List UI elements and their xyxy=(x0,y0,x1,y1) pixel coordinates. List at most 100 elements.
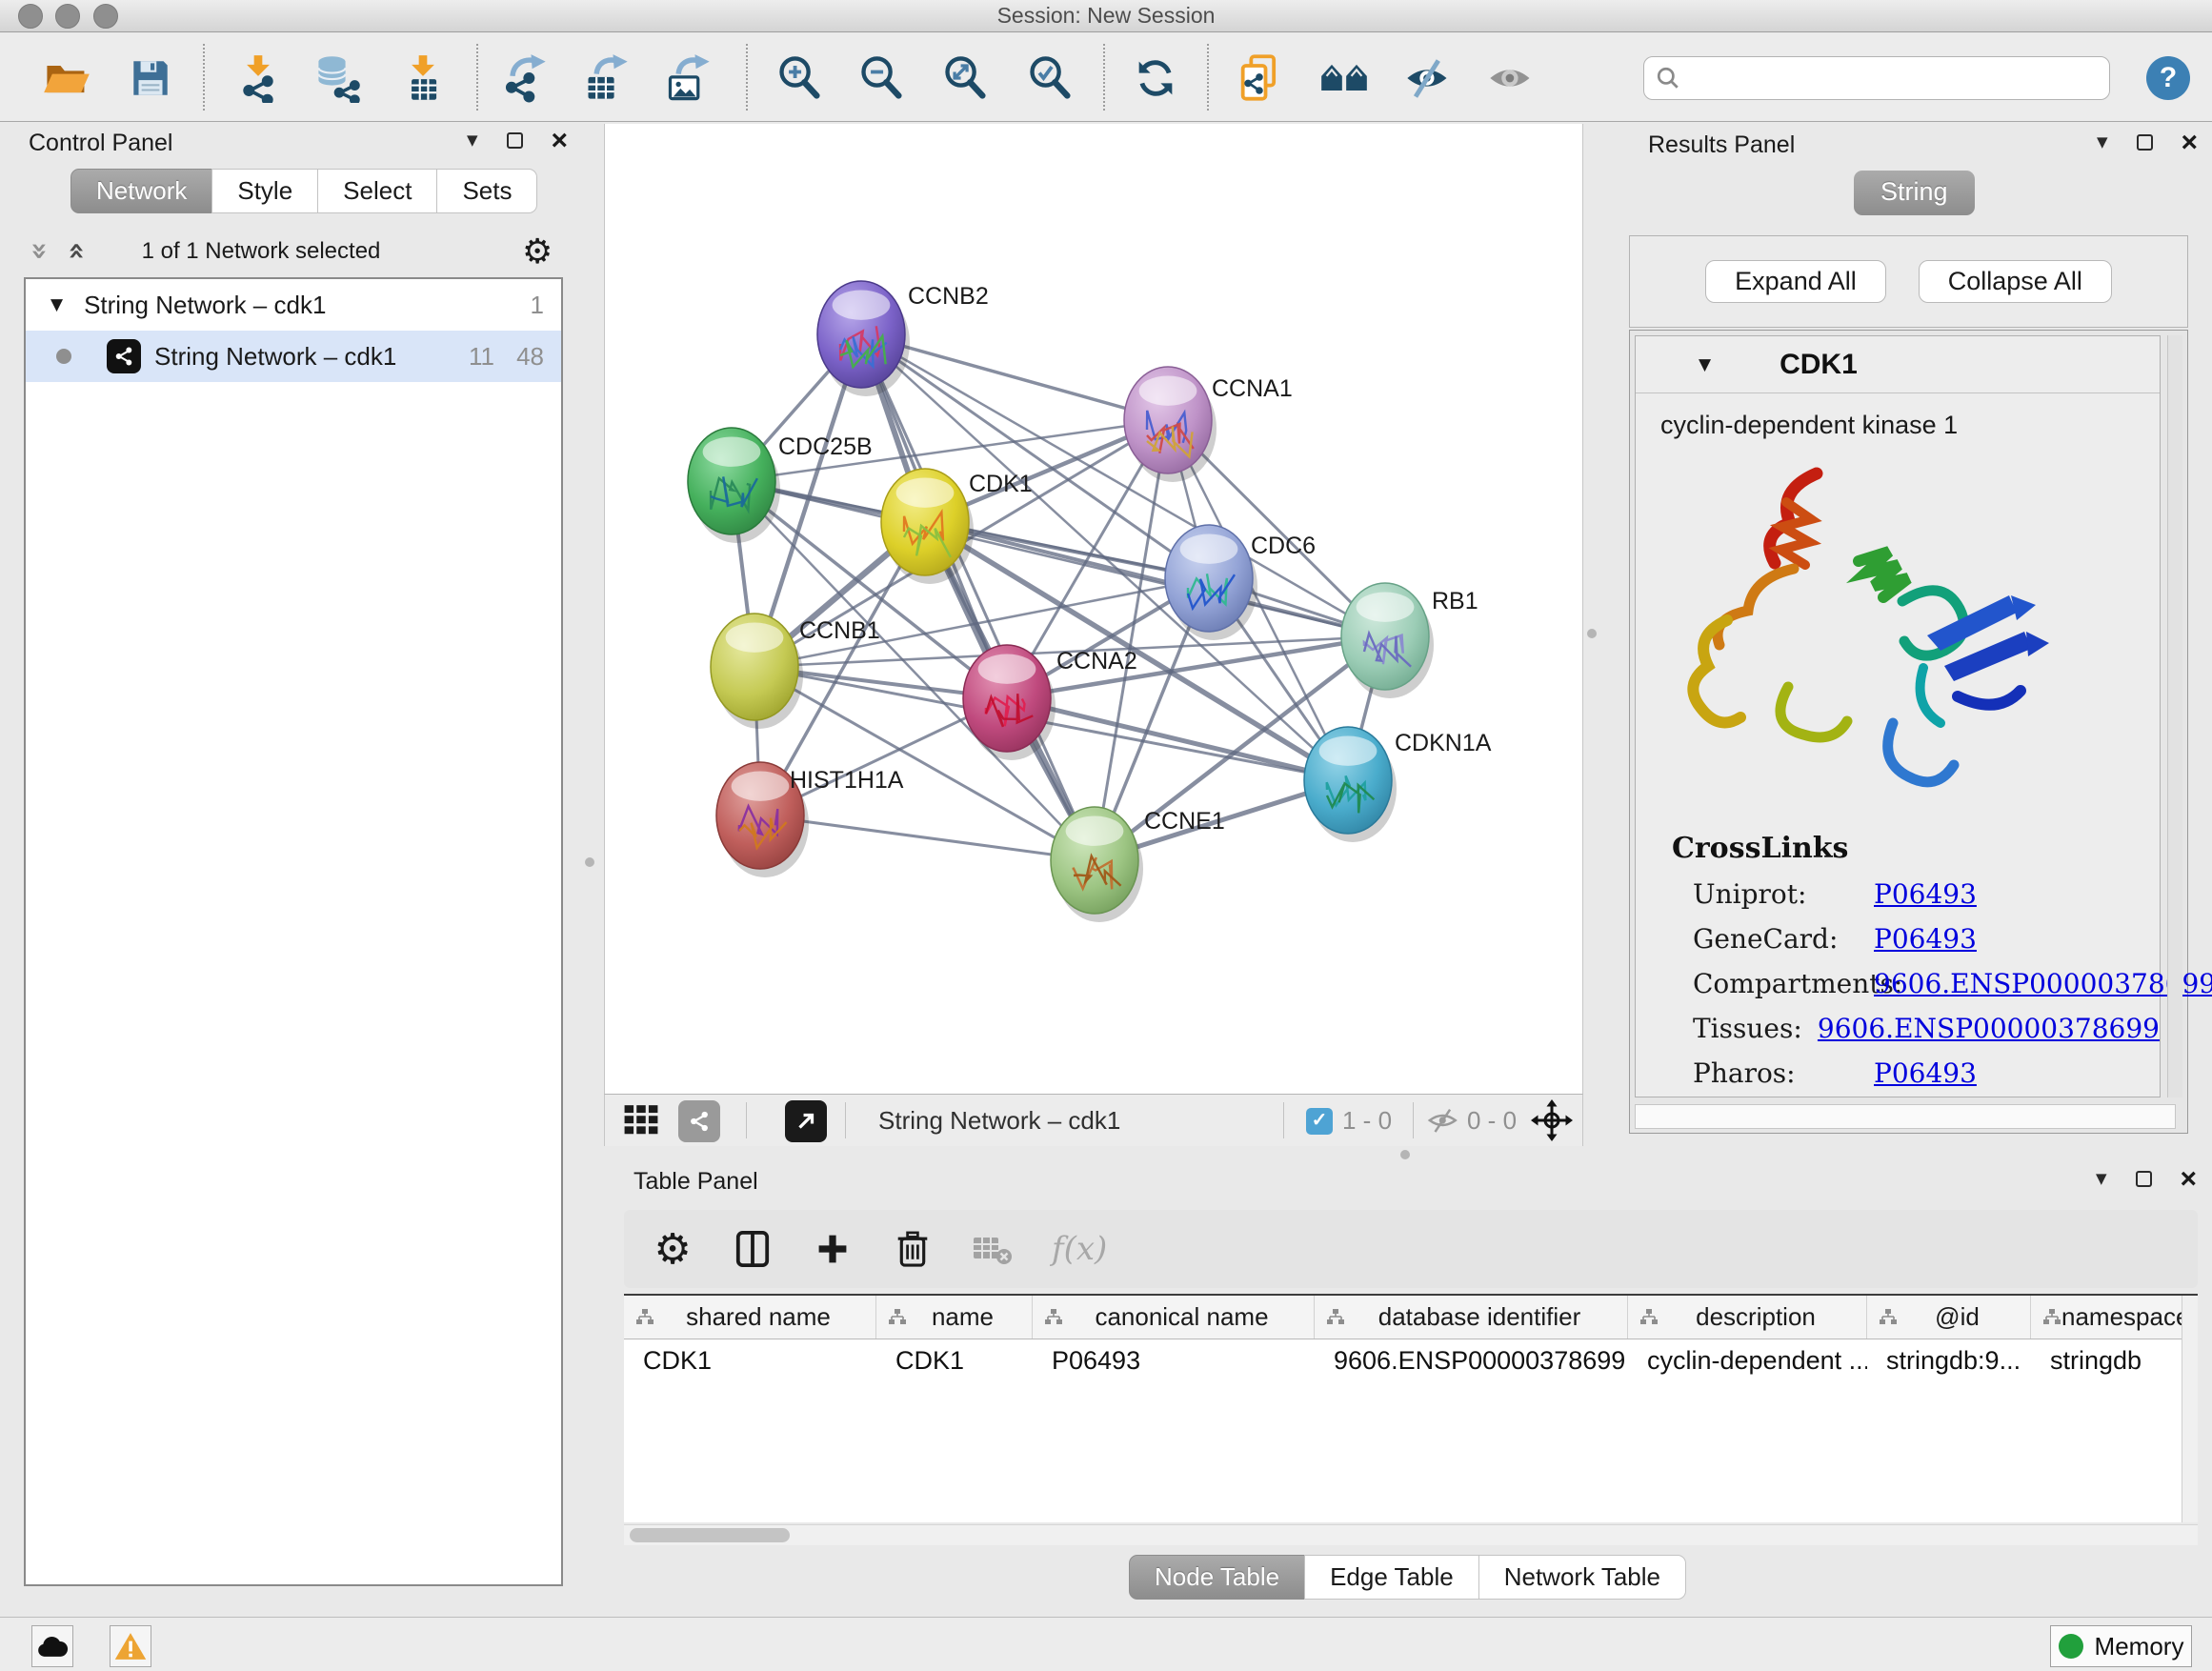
network-canvas[interactable]: CCNB2CCNA1CDC25BCDK1CDC6RB1CCNB1CCNA2CDK… xyxy=(604,124,1583,1094)
import-network-database-icon[interactable] xyxy=(312,51,365,105)
delete-table-icon[interactable] xyxy=(972,1232,1014,1266)
network-node-CCNE1[interactable]: CCNE1 xyxy=(1051,807,1225,922)
tab-select[interactable]: Select xyxy=(317,169,437,213)
delete-column-trash-icon[interactable] xyxy=(892,1230,934,1268)
network-node-CCNB2[interactable]: CCNB2 xyxy=(817,281,989,396)
protein-structure-image xyxy=(1672,447,2062,824)
export-network-icon[interactable] xyxy=(498,51,552,105)
import-network-file-icon[interactable] xyxy=(231,51,285,105)
apply-layout-icon[interactable] xyxy=(1129,51,1182,105)
export-table-icon[interactable] xyxy=(580,51,633,105)
zoom-out-icon[interactable] xyxy=(855,51,909,105)
show-all-icon[interactable] xyxy=(1484,51,1538,105)
table-vertical-scrollbar[interactable] xyxy=(2182,1296,2198,1522)
network-selection-row: » » 1 of 1 Network selected ⚙ xyxy=(8,229,572,276)
search-input[interactable] xyxy=(1688,59,2109,97)
protein-expander-icon[interactable]: ▼ xyxy=(1699,355,1711,374)
tab-node-table[interactable]: Node Table xyxy=(1129,1555,1305,1600)
control-panel-float-icon[interactable] xyxy=(507,132,523,149)
open-session-icon[interactable] xyxy=(40,51,93,105)
table-panel-float-icon[interactable] xyxy=(2136,1171,2152,1187)
crosslink-value-link[interactable]: P06493 xyxy=(1874,1057,1977,1089)
collapse-all-button[interactable]: Collapse All xyxy=(1919,260,2112,303)
expand-all-button[interactable]: Expand All xyxy=(1705,260,1886,303)
column-header-name[interactable]: name xyxy=(876,1296,1033,1339)
table-cell[interactable]: P06493 xyxy=(1033,1339,1315,1381)
control-panel-close-icon[interactable]: × xyxy=(552,132,569,149)
column-header-description[interactable]: description xyxy=(1628,1296,1867,1339)
fit-content-crosshair-icon[interactable] xyxy=(1531,1099,1573,1146)
crosslink-value-link[interactable]: 9606.ENSP00000378699 xyxy=(1874,968,2212,999)
memory-button[interactable]: Memory xyxy=(2050,1625,2192,1667)
show-columns-icon[interactable] xyxy=(732,1229,774,1269)
first-neighbors-icon[interactable] xyxy=(1317,51,1371,105)
tab-edge-table[interactable]: Edge Table xyxy=(1304,1555,1479,1600)
results-scrollbar[interactable] xyxy=(2167,335,2182,1097)
toolbar-search xyxy=(1643,56,2110,100)
tab-sets[interactable]: Sets xyxy=(436,169,537,213)
help-icon[interactable]: ? xyxy=(2146,56,2190,100)
detach-view-icon[interactable] xyxy=(785,1100,827,1142)
table-panel-close-icon[interactable]: × xyxy=(2181,1171,2198,1187)
hide-selected-icon[interactable] xyxy=(1401,51,1455,105)
column-header-canonical-name[interactable]: canonical name xyxy=(1033,1296,1315,1339)
export-image-icon[interactable] xyxy=(662,51,715,105)
network-node-CCNA2[interactable]: CCNA2 xyxy=(963,645,1137,760)
create-column-icon[interactable] xyxy=(812,1232,854,1266)
control-panel-menu-icon[interactable]: ▼ xyxy=(467,131,478,149)
table-panel-menu-icon[interactable]: ▼ xyxy=(2096,1170,2107,1187)
zoom-selected-icon[interactable] xyxy=(1024,51,1077,105)
results-panel-menu-icon[interactable]: ▼ xyxy=(2097,133,2108,151)
column-header-namespace[interactable]: namespace xyxy=(2031,1296,2198,1339)
birds-eye-view-icon[interactable] xyxy=(620,1102,662,1138)
table-cell[interactable]: CDK1 xyxy=(624,1339,876,1381)
tab-network-table[interactable]: Network Table xyxy=(1478,1555,1686,1600)
network-edge[interactable] xyxy=(760,815,1095,860)
network-node-CCNA1[interactable]: CCNA1 xyxy=(1124,367,1293,482)
table-cell[interactable]: 9606.ENSP00000378699 xyxy=(1315,1339,1628,1381)
tab-string[interactable]: String xyxy=(1854,171,1975,215)
table-cell[interactable]: CDK1 xyxy=(876,1339,1033,1381)
table-cell[interactable]: stringdb xyxy=(2031,1339,2198,1381)
network-edge[interactable] xyxy=(1007,698,1348,780)
column-header-database-identifier[interactable]: database identifier xyxy=(1315,1296,1628,1339)
import-table-icon[interactable] xyxy=(396,51,450,105)
function-builder-icon[interactable]: f(x) xyxy=(1052,1230,1107,1268)
crosslink-value-link[interactable]: P06493 xyxy=(1874,923,1977,955)
column-header-id[interactable]: @id xyxy=(1867,1296,2031,1339)
table-horizontal-scrollbar[interactable] xyxy=(624,1524,2198,1545)
results-panel-float-icon[interactable] xyxy=(2137,134,2153,151)
new-network-from-selection-icon[interactable] xyxy=(1233,51,1286,105)
network-node-CDC25B[interactable]: CDC25B xyxy=(688,428,873,543)
zoom-in-icon[interactable] xyxy=(774,51,827,105)
zoom-fit-icon[interactable] xyxy=(939,51,993,105)
tab-network[interactable]: Network xyxy=(70,169,212,213)
crosslink-value-link[interactable]: 9606.ENSP00000378699 xyxy=(1818,1013,2160,1044)
results-panel-close-icon[interactable]: × xyxy=(2182,134,2199,151)
collection-expander-icon[interactable]: ▼ xyxy=(50,295,63,314)
table-cell[interactable]: cyclin-dependent ... xyxy=(1628,1339,1867,1381)
save-session-icon[interactable] xyxy=(124,51,177,105)
network-options-gear-icon[interactable]: ⚙ xyxy=(522,232,553,272)
left-splitter-handle[interactable] xyxy=(585,857,594,867)
network-collection-row[interactable]: ▼ String Network – cdk1 1 xyxy=(26,279,561,331)
right-splitter-handle[interactable] xyxy=(1587,629,1597,638)
warning-icon[interactable] xyxy=(110,1625,151,1667)
column-header-shared-name[interactable]: shared name xyxy=(624,1296,876,1339)
network-node-RB1[interactable]: RB1 xyxy=(1341,583,1478,698)
cloud-status-icon[interactable] xyxy=(31,1625,73,1667)
tab-style[interactable]: Style xyxy=(211,169,318,213)
network-overview-icon[interactable] xyxy=(678,1100,720,1142)
scrollbar-thumb[interactable] xyxy=(630,1528,790,1542)
network-row-selected[interactable]: String Network – cdk1 11 48 xyxy=(26,331,561,382)
bottom-splitter-handle[interactable] xyxy=(1400,1150,1410,1159)
table-settings-gear-icon[interactable]: ⚙ xyxy=(652,1225,694,1274)
table-row[interactable]: CDK1CDK1P064939606.ENSP00000378699cyclin… xyxy=(624,1339,2198,1381)
crosslink-value-link[interactable]: P06493 xyxy=(1874,878,1977,910)
network-node-CDKN1A[interactable]: CDKN1A xyxy=(1304,727,1492,842)
network-node-CDK1[interactable]: CDK1 xyxy=(881,469,1033,584)
protein-card-header[interactable]: ▼ CDK1 xyxy=(1636,336,2160,393)
table-cell[interactable]: stringdb:9... xyxy=(1867,1339,2031,1381)
network-node-HIST1H1A[interactable]: HIST1H1A xyxy=(716,762,904,877)
selected-nodes-checkbox[interactable]: ✓ xyxy=(1306,1108,1333,1135)
